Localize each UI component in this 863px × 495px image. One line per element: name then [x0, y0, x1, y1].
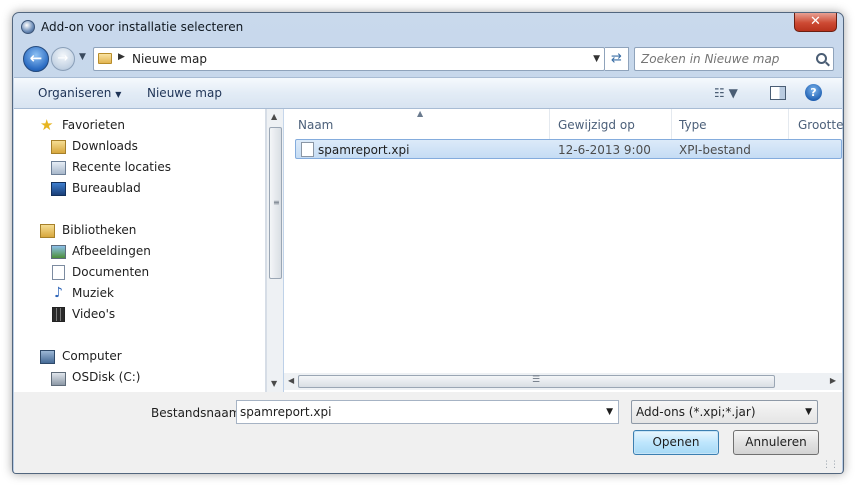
file-row[interactable]: spamreport.xpi 12-6-2013 9:00 XPI-bestan…: [295, 139, 842, 159]
help-button[interactable]: ?: [805, 84, 822, 101]
nav-vertical-scrollbar[interactable]: ▲ ≡ ▼: [266, 109, 283, 392]
file-name: spamreport.xpi: [318, 143, 410, 157]
title-bar[interactable]: Add-on voor installatie selecteren ✕: [13, 13, 843, 43]
scroll-thumb[interactable]: ☰: [298, 375, 775, 388]
back-button[interactable]: ←: [23, 46, 49, 72]
nav-pictures[interactable]: Afbeeldingen: [51, 244, 151, 259]
new-folder-button[interactable]: Nieuwe map: [147, 86, 222, 100]
command-toolbar: Organiseren ▼ Nieuwe map ☷ ▼ ?: [14, 77, 842, 109]
breadcrumb-separator-icon[interactable]: ▶: [118, 52, 125, 62]
nav-recent-places[interactable]: Recente locaties: [51, 160, 171, 175]
dialog-window: Add-on voor installatie selecteren ✕ ← →…: [12, 12, 844, 474]
column-header-modified[interactable]: Gewijzigd op: [558, 118, 635, 132]
nav-recent-label: Recente locaties: [72, 160, 171, 174]
scroll-thumb[interactable]: ≡: [269, 127, 282, 279]
search-box[interactable]: [634, 47, 834, 71]
preview-pane-icon[interactable]: [770, 86, 786, 100]
column-divider[interactable]: [549, 109, 550, 141]
grip-icon: ☰: [532, 375, 541, 385]
libraries-icon: [40, 224, 55, 238]
firefox-icon: [21, 20, 35, 34]
nav-desktop[interactable]: Bureaublad: [51, 181, 141, 196]
documents-icon: [52, 265, 65, 280]
file-icon: [301, 142, 314, 157]
desktop-icon: [51, 182, 66, 196]
refresh-icon: ⇄: [611, 51, 622, 66]
pictures-icon: [51, 245, 66, 259]
nav-osdisk[interactable]: OSDisk (C:): [51, 370, 140, 386]
organise-menu[interactable]: Organiseren ▼: [38, 86, 121, 100]
recent-places-icon: [51, 161, 66, 175]
cancel-button[interactable]: Annuleren: [733, 430, 819, 455]
recent-pages-dropdown[interactable]: ▼: [79, 52, 86, 62]
change-view-button[interactable]: ☷ ▼: [714, 86, 738, 100]
search-icon[interactable]: [816, 53, 827, 64]
arrow-left-icon: ←: [29, 49, 43, 67]
disk-icon: [51, 372, 66, 386]
file-list-horizontal-scrollbar[interactable]: ◀ ☰ ▶: [284, 373, 842, 390]
chevron-down-icon[interactable]: ▼: [593, 54, 600, 64]
file-modified: 12-6-2013 9:00: [558, 143, 651, 157]
resize-grip-icon[interactable]: ⋮⋮: [822, 460, 839, 470]
refresh-button[interactable]: ⇄: [605, 47, 629, 71]
close-button[interactable]: ✕: [794, 13, 837, 32]
folder-icon: [98, 53, 112, 64]
nav-documents-label: Documenten: [72, 265, 150, 279]
nav-favorites[interactable]: ★ Favorieten: [40, 116, 125, 134]
address-bar[interactable]: ▶ Nieuwe map ▼: [93, 47, 605, 71]
dialog-title: Add-on voor installatie selecteren: [41, 20, 244, 34]
scroll-left-arrow-icon[interactable]: ◀: [288, 376, 294, 385]
filename-combobox[interactable]: ▼: [236, 400, 619, 424]
organise-label: Organiseren: [38, 86, 112, 100]
music-icon: ♪: [54, 285, 63, 301]
chevron-down-icon[interactable]: ▼: [606, 407, 613, 417]
forward-button[interactable]: →: [51, 47, 75, 71]
computer-icon: [40, 350, 55, 364]
videos-icon: [52, 307, 65, 322]
column-header-size[interactable]: Grootte: [798, 118, 843, 132]
arrow-right-icon: →: [57, 51, 69, 66]
star-icon: ★: [40, 116, 54, 134]
file-type: XPI-bestand: [679, 143, 751, 157]
address-row: ← → ▼ ▶ Nieuwe map ▼ ⇄: [13, 43, 843, 77]
column-header-name[interactable]: Naam: [298, 118, 333, 132]
nav-videos[interactable]: Video's: [51, 307, 115, 322]
file-type-filter[interactable]: Add-ons (*.xpi;*.jar) ▼: [631, 400, 818, 424]
nav-computer[interactable]: Computer: [40, 349, 122, 364]
breadcrumb-current-folder[interactable]: Nieuwe map: [132, 52, 207, 66]
nav-libraries[interactable]: Bibliotheken: [40, 223, 136, 238]
file-list: ▲ Naam Gewijzigd op Type Grootte spamrep…: [284, 109, 843, 392]
search-input[interactable]: [635, 48, 811, 70]
open-button[interactable]: Openen: [633, 430, 719, 455]
nav-documents[interactable]: Documenten: [51, 265, 150, 280]
column-divider[interactable]: [671, 109, 672, 141]
column-divider[interactable]: [788, 109, 789, 141]
nav-music[interactable]: ♪ Muziek: [51, 286, 114, 300]
grip-icon: ≡: [273, 198, 280, 207]
bottom-panel: Bestandsnaam: ▼ Add-ons (*.xpi;*.jar) ▼ …: [14, 392, 842, 473]
navigation-pane: ★ Favorieten Downloads Recente locaties …: [14, 109, 266, 392]
downloads-folder-icon: [51, 140, 66, 154]
column-header-type[interactable]: Type: [679, 118, 707, 132]
scroll-right-arrow-icon[interactable]: ▶: [830, 376, 836, 385]
filename-input[interactable]: [237, 401, 592, 423]
nav-downloads[interactable]: Downloads: [51, 139, 138, 154]
sort-ascending-icon: ▲: [417, 109, 424, 118]
scroll-down-arrow-icon[interactable]: ▼: [271, 379, 277, 388]
chevron-down-icon[interactable]: ▼: [805, 407, 812, 417]
chevron-down-icon: ▼: [115, 90, 122, 99]
filename-label: Bestandsnaam:: [151, 406, 245, 420]
file-type-filter-value: Add-ons (*.xpi;*.jar): [636, 405, 756, 419]
scroll-up-arrow-icon[interactable]: ▲: [271, 112, 277, 121]
